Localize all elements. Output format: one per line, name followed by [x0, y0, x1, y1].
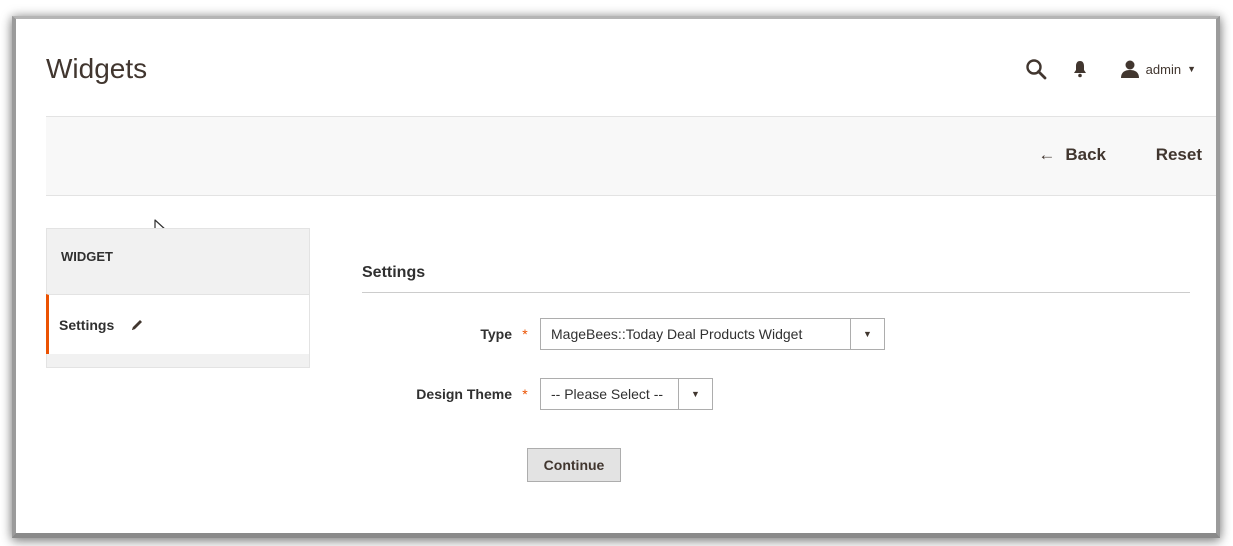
- sidebar-item-label: Settings: [59, 316, 115, 333]
- sidebar-spacer: [46, 284, 310, 294]
- required-asterisk: *: [522, 326, 528, 342]
- back-button[interactable]: ← Back: [1038, 145, 1106, 165]
- widget-tabs-panel: WIDGET Settings: [46, 228, 310, 368]
- sidebar-section-title: WIDGET: [46, 228, 310, 284]
- type-select[interactable]: MageBees::Today Deal Products Widget ▼: [540, 318, 885, 350]
- header-actions: admin ▼: [1024, 57, 1196, 81]
- required-asterisk: *: [522, 386, 528, 402]
- page-actions-bar: ← Back Reset: [46, 116, 1216, 196]
- reset-button[interactable]: Reset: [1156, 145, 1202, 165]
- design-theme-select-value: -- Please Select --: [551, 386, 664, 402]
- type-label: Type: [480, 326, 512, 342]
- type-field-row: Type * MageBees::Today Deal Products Wid…: [362, 318, 885, 350]
- user-icon: [1120, 59, 1140, 79]
- search-icon[interactable]: [1024, 57, 1048, 81]
- chevron-down-icon: ▼: [678, 379, 712, 409]
- user-menu[interactable]: admin ▼: [1120, 59, 1196, 79]
- chevron-down-icon: ▼: [850, 319, 884, 349]
- design-theme-select[interactable]: -- Please Select -- ▼: [540, 378, 713, 410]
- user-name: admin: [1145, 61, 1182, 77]
- admin-window: Widgets admin ▼ ← Back Reset WIDGET Sett…: [12, 16, 1220, 538]
- back-label: Back: [1065, 145, 1106, 164]
- sidebar-item-settings[interactable]: Settings: [46, 294, 310, 354]
- continue-button[interactable]: Continue: [527, 448, 621, 482]
- bell-icon[interactable]: [1070, 58, 1090, 80]
- design-theme-label: Design Theme: [416, 386, 512, 402]
- design-theme-field-row: Design Theme * -- Please Select -- ▼: [362, 378, 713, 410]
- sidebar-footer: [46, 354, 310, 368]
- settings-form: Settings Type * MageBees::Today Deal Pro…: [362, 264, 1190, 482]
- pencil-icon: [130, 318, 144, 332]
- caret-down-icon: ▼: [1187, 64, 1196, 74]
- arrow-left-icon: ←: [1038, 145, 1056, 164]
- page-title: Widgets: [46, 53, 148, 84]
- type-select-value: MageBees::Today Deal Products Widget: [551, 326, 803, 342]
- section-title: Settings: [362, 264, 1190, 293]
